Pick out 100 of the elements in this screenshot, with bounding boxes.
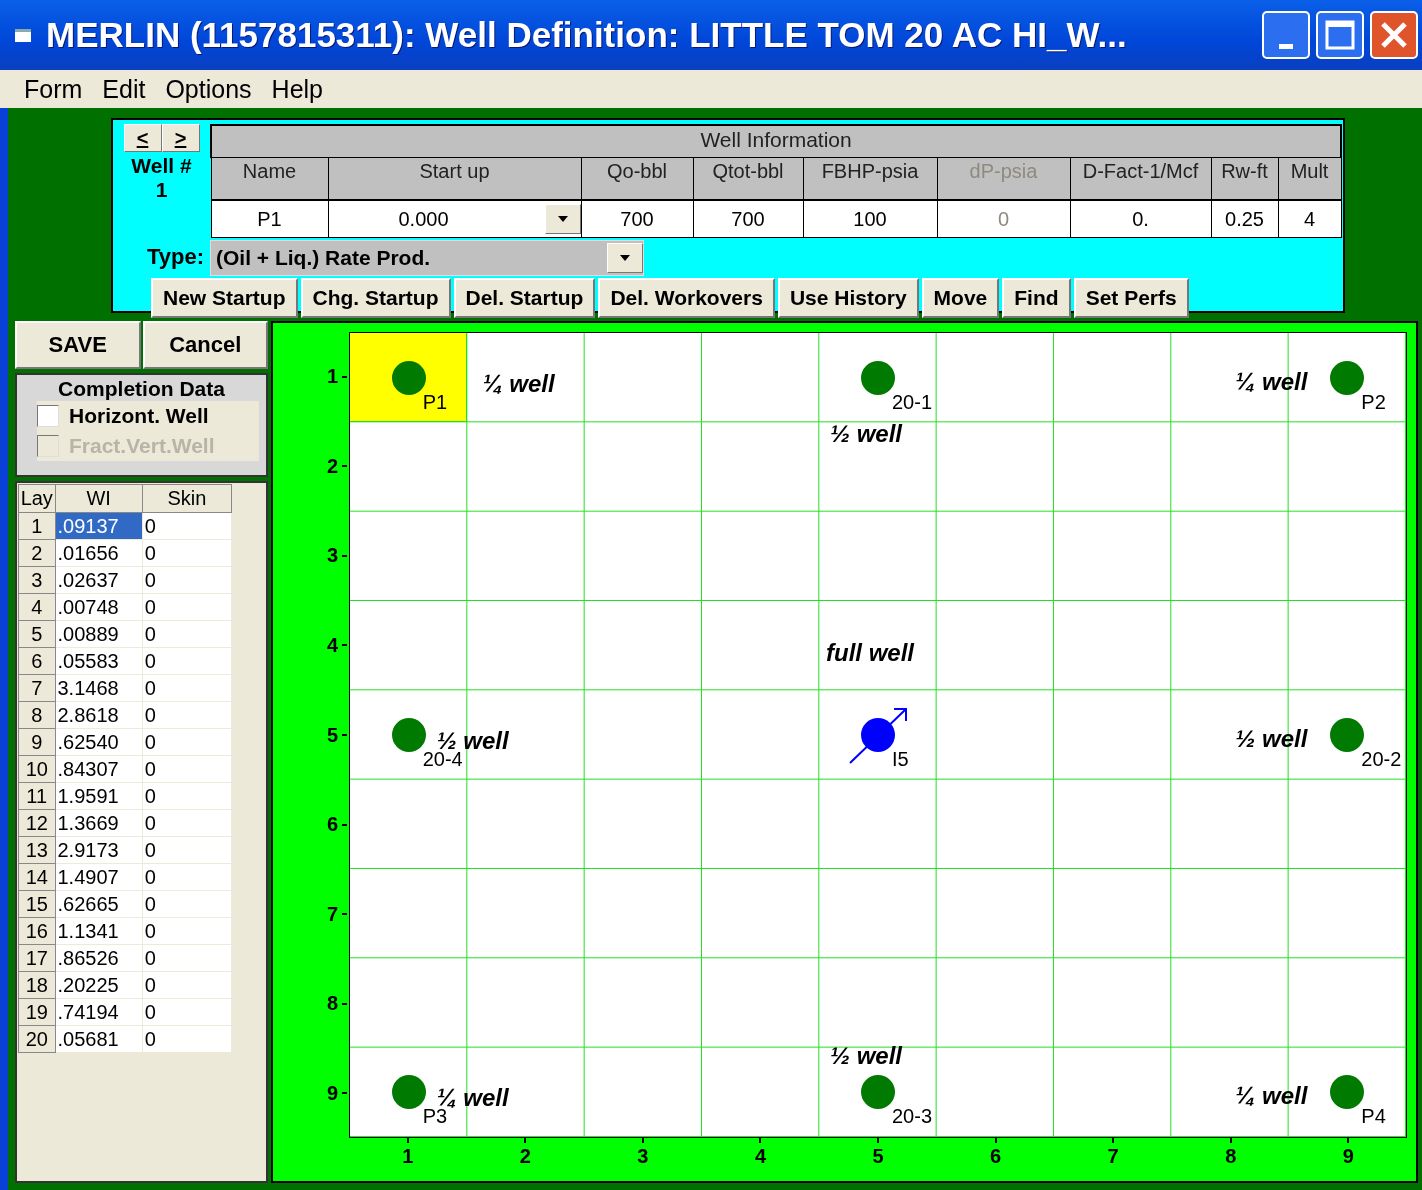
close-button[interactable]	[1370, 11, 1418, 59]
axis-label: 9	[326, 1081, 338, 1105]
table-cell[interactable]: .05583	[55, 647, 143, 675]
table-cell[interactable]: 0	[142, 539, 232, 567]
table-title: Well Information	[211, 125, 1342, 158]
table-cell[interactable]: .00889	[55, 620, 143, 648]
table-cell[interactable]: 0	[142, 836, 232, 864]
table-cell[interactable]: 0	[142, 620, 232, 648]
menu-item[interactable]: Form	[14, 74, 93, 104]
cancel-button[interactable]: Cancel	[142, 321, 268, 369]
table-cell[interactable]: 0	[142, 1025, 232, 1053]
injector-well-icon[interactable]	[848, 705, 910, 767]
table-cell[interactable]: 100	[803, 200, 937, 238]
dropdown-field[interactable]: 0.000	[328, 200, 581, 238]
axis-label: 7	[326, 902, 338, 926]
maximize-button[interactable]	[1316, 11, 1364, 59]
table-cell[interactable]: .02637	[55, 566, 143, 594]
table-cell[interactable]: .20225	[55, 971, 143, 999]
table-cell[interactable]: .86526	[55, 944, 143, 972]
table-cell[interactable]: .74194	[55, 998, 143, 1026]
table-cell[interactable]: 0	[142, 998, 232, 1026]
checkbox[interactable]	[37, 405, 59, 427]
axis-label: 4	[326, 633, 338, 657]
well-dot[interactable]	[391, 718, 426, 752]
table-cell[interactable]: 0	[142, 971, 232, 999]
table-cell[interactable]: 3.1468	[55, 674, 143, 702]
table-cell[interactable]: 0	[142, 809, 232, 837]
minimize-button[interactable]	[1262, 11, 1310, 59]
action-button[interactable]: Del. Workovers	[598, 278, 775, 318]
row-header: 3	[18, 566, 55, 594]
action-button[interactable]: Use History	[777, 278, 919, 318]
action-button[interactable]: Move	[921, 278, 1000, 318]
type-dropdown[interactable]: (Oil + Liq.) Rate Prod.	[210, 240, 644, 276]
table-cell[interactable]: 0	[142, 674, 232, 702]
well-dot[interactable]	[391, 1075, 426, 1110]
column-header: WI	[55, 484, 143, 513]
menu-item[interactable]: Help	[261, 74, 333, 104]
table-cell[interactable]: 0	[142, 782, 232, 810]
row-header: 10	[18, 755, 55, 783]
well-dot[interactable]	[861, 360, 895, 395]
table-cell[interactable]: .09137	[55, 512, 143, 540]
table-cell[interactable]: 0.	[1070, 200, 1211, 238]
table-cell[interactable]: .84307	[55, 755, 143, 783]
action-button[interactable]: Set Perfs	[1073, 278, 1189, 318]
table-cell[interactable]: 0	[142, 566, 232, 594]
table-cell[interactable]: 2.9173	[55, 836, 143, 864]
well-dot[interactable]	[861, 1075, 895, 1110]
table-cell[interactable]: 1.3669	[55, 809, 143, 837]
table-cell[interactable]: 1.9591	[55, 782, 143, 810]
table-cell[interactable]: P1	[211, 200, 328, 238]
axis-label: 2	[326, 454, 338, 478]
table-cell[interactable]: .00748	[55, 593, 143, 621]
table-cell[interactable]: 0	[142, 728, 232, 756]
table-cell[interactable]: 700	[581, 200, 693, 238]
table-cell[interactable]: 0.25	[1211, 200, 1278, 238]
column-header: Lay	[18, 484, 55, 513]
table-cell[interactable]: 0	[142, 863, 232, 891]
menu-item[interactable]: Edit	[92, 74, 156, 104]
action-button[interactable]: Del. Startup	[453, 278, 596, 318]
well-dot[interactable]	[1330, 1075, 1365, 1110]
table-cell[interactable]: 0	[142, 890, 232, 918]
table-cell[interactable]: 1.1341	[55, 917, 143, 945]
menu-item[interactable]: Options	[155, 74, 262, 104]
well-share-label: ¼ well	[1235, 1082, 1308, 1111]
table-cell[interactable]: .05681	[55, 1025, 143, 1053]
axis-label: 2	[519, 1145, 531, 1168]
table-cell[interactable]: .01656	[55, 539, 143, 567]
table-cell[interactable]: 0	[142, 701, 232, 729]
table-cell[interactable]: 0	[142, 593, 232, 621]
table-cell[interactable]: 2.8618	[55, 701, 143, 729]
table-cell[interactable]: 0	[142, 512, 232, 540]
table-cell[interactable]: 0	[142, 647, 232, 675]
axis-label: 1	[402, 1145, 414, 1168]
save-button[interactable]: SAVE	[15, 321, 141, 369]
well-dot[interactable]	[1330, 718, 1365, 752]
well-share-label: ¼ well	[482, 369, 555, 398]
table-cell[interactable]: 4	[1278, 200, 1342, 238]
action-button[interactable]: New Startup	[151, 278, 298, 318]
axis-label: 6	[990, 1145, 1002, 1168]
row-header: 20	[18, 1025, 55, 1053]
next-well-button[interactable]: >	[161, 124, 200, 152]
previous-well-button[interactable]: <	[123, 124, 162, 152]
row-header: 1	[18, 512, 55, 540]
panel-title: Completion Data	[57, 377, 226, 401]
table-cell[interactable]: 0	[142, 917, 232, 945]
type-label: Type:	[145, 244, 205, 270]
minimize-icon	[1279, 43, 1293, 49]
well-dot[interactable]	[1330, 360, 1365, 395]
table-cell[interactable]: .62540	[55, 728, 143, 756]
app-icon	[14, 26, 32, 44]
action-button[interactable]: Chg. Startup	[300, 278, 451, 318]
row-header: 9	[18, 728, 55, 756]
table-cell[interactable]: 1.4907	[55, 863, 143, 891]
action-button[interactable]: Find	[1002, 278, 1071, 318]
table-cell[interactable]: .62665	[55, 890, 143, 918]
table-cell[interactable]: 0	[142, 755, 232, 783]
table-cell[interactable]: 0	[142, 944, 232, 972]
table-cell[interactable]: 700	[693, 200, 803, 238]
row-header: 15	[18, 890, 55, 918]
column-header: Start up	[328, 157, 581, 200]
